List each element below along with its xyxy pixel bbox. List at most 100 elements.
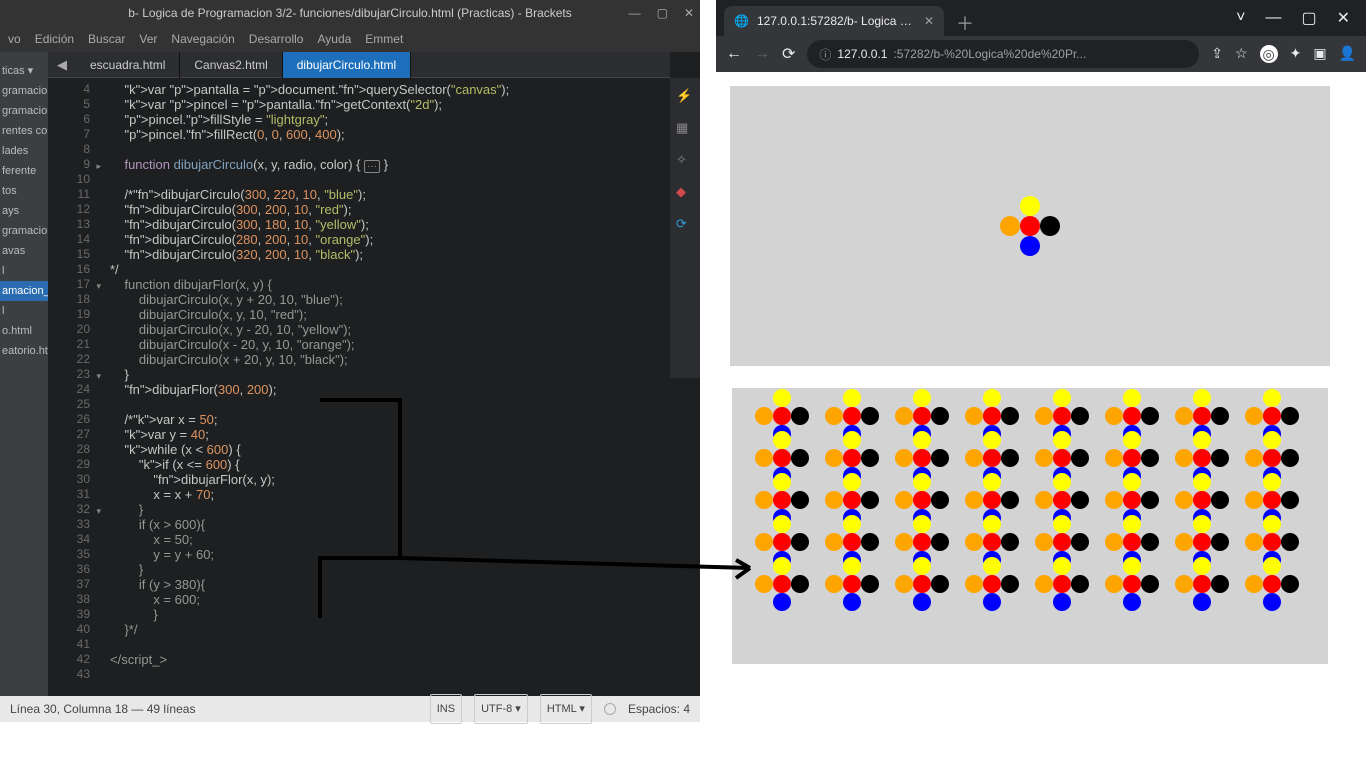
petal-black xyxy=(1211,491,1229,509)
back-icon[interactable]: ← xyxy=(726,45,742,63)
menu-emmet[interactable]: Emmet xyxy=(365,26,403,52)
brackets-menubar: vo Edición Buscar Ver Navegación Desarrollo Ay… xyxy=(0,26,700,52)
sidebar-item[interactable]: l xyxy=(0,261,48,281)
petal-orange xyxy=(1175,491,1193,509)
sidebar-item[interactable]: ticas ▾ xyxy=(0,60,48,81)
petal-black xyxy=(1071,575,1089,593)
petal-orange xyxy=(1245,407,1263,425)
sidebar-item[interactable]: rentes co xyxy=(0,121,48,141)
profile-icon[interactable]: 👤 xyxy=(1339,45,1356,63)
language-mode[interactable]: HTML ▾ xyxy=(540,694,592,724)
editor-tab[interactable]: Canvas2.html xyxy=(180,52,282,78)
petal-red xyxy=(1263,491,1281,509)
extension-icon[interactable]: ▦ xyxy=(676,120,694,138)
sidebar-item[interactable]: amacion_ xyxy=(0,281,48,301)
petal-red xyxy=(1263,575,1281,593)
petal-black xyxy=(1281,533,1299,551)
live-preview-icon[interactable]: ⚡ xyxy=(676,88,694,106)
sidebar-item[interactable]: l xyxy=(0,301,48,321)
petal-red xyxy=(1053,449,1071,467)
sidebar-item[interactable]: gramacio xyxy=(0,221,48,241)
brackets-health-icon[interactable]: ◆ xyxy=(676,184,694,202)
petal-orange xyxy=(1035,575,1053,593)
petal-blue xyxy=(1193,593,1211,611)
petal-red xyxy=(1123,575,1141,593)
petal-red xyxy=(843,575,861,593)
sidebar-item[interactable]: tos xyxy=(0,181,48,201)
brackets-window: b- Logica de Programacion 3/2- funciones… xyxy=(0,0,700,722)
chrome-window: 🌐 127.0.0.1:57282/b- Logica de Pro ✕ ＋ ˅… xyxy=(716,0,1366,730)
menu-buscar[interactable]: Buscar xyxy=(88,26,125,52)
code-editor[interactable]: 456789▸1011121314151617▾181920212223▾242… xyxy=(48,78,700,696)
lint-icon[interactable]: ✧ xyxy=(676,152,694,170)
menu-navegación[interactable]: Navegación xyxy=(171,26,234,52)
menu-ayuda[interactable]: Ayuda xyxy=(317,26,351,52)
extensions-icon[interactable]: ✦ xyxy=(1290,45,1302,63)
indent-setting[interactable]: Espacios: 4 xyxy=(628,696,690,722)
petal-blue xyxy=(983,593,1001,611)
petal-yellow xyxy=(1193,557,1211,575)
petal-black xyxy=(861,449,879,467)
forward-icon[interactable]: → xyxy=(754,45,770,63)
address-bar[interactable]: ⓘ 127.0.0.1:57282/b-%20Logica%20de%20Pr.… xyxy=(807,40,1199,68)
sidebar-item[interactable]: gramacio xyxy=(0,101,48,121)
sidebar-item[interactable]: gramacio xyxy=(0,81,48,101)
new-tab-icon[interactable]: ＋ xyxy=(944,10,986,36)
petal-yellow xyxy=(1123,389,1141,407)
petal-orange xyxy=(1105,407,1123,425)
chrome-maximize-icon[interactable]: ▢ xyxy=(1301,8,1316,28)
tab-back-icon[interactable]: ◀ xyxy=(48,57,76,73)
petal-orange xyxy=(1245,491,1263,509)
brackets-right-rail: ⚡ ▦ ✧ ◆ ⟳ xyxy=(670,78,700,378)
sidebar-item[interactable]: ferente xyxy=(0,161,48,181)
petal-yellow xyxy=(1053,473,1071,491)
petal-blue xyxy=(1020,236,1040,256)
petal-black xyxy=(861,533,879,551)
chrome-tab[interactable]: 🌐 127.0.0.1:57282/b- Logica de Pro ✕ xyxy=(724,6,944,36)
menu-edición[interactable]: Edición xyxy=(35,26,74,52)
sidebar-item[interactable]: lades xyxy=(0,141,48,161)
petal-red xyxy=(1123,449,1141,467)
chrome-chevron-down-icon[interactable]: ˅ xyxy=(1236,9,1245,27)
petal-yellow xyxy=(1263,389,1281,407)
petal-yellow xyxy=(1193,389,1211,407)
petal-orange xyxy=(755,449,773,467)
petal-red xyxy=(913,533,931,551)
encoding[interactable]: UTF-8 ▾ xyxy=(474,694,528,724)
site-info-icon[interactable]: ⓘ xyxy=(819,46,831,63)
petal-orange xyxy=(965,575,983,593)
code-area[interactable]: "k">var "p">pantalla = "p">document."fn"… xyxy=(104,78,700,696)
sidebar-item[interactable]: eatorio.ht xyxy=(0,341,48,361)
petal-yellow xyxy=(913,515,931,533)
sidebar-item[interactable]: ays xyxy=(0,201,48,221)
petal-red xyxy=(1123,407,1141,425)
petal-blue xyxy=(1053,593,1071,611)
petal-orange xyxy=(1245,449,1263,467)
petal-orange xyxy=(1105,533,1123,551)
tab-close-icon[interactable]: ✕ xyxy=(924,14,934,28)
close-icon[interactable]: ✕ xyxy=(684,0,694,26)
minimize-icon[interactable]: — xyxy=(629,0,641,26)
chrome-minimize-icon[interactable]: — xyxy=(1265,9,1281,27)
editor-tab[interactable]: escuadra.html xyxy=(76,52,180,78)
petal-orange xyxy=(895,491,913,509)
petal-yellow xyxy=(913,431,931,449)
sidebar-item[interactable]: o.html xyxy=(0,321,48,341)
editor-tab[interactable]: dibujarCirculo.html xyxy=(283,52,411,78)
maximize-icon[interactable]: ▢ xyxy=(657,0,668,26)
reading-list-icon[interactable]: ▣ xyxy=(1313,45,1326,63)
sidebar-item[interactable]: avas xyxy=(0,241,48,261)
extension-badge-icon[interactable]: ◎ xyxy=(1260,45,1278,63)
brackets-sidebar[interactable]: ticas ▾gramaciogramaciorentes coladesfer… xyxy=(0,52,48,696)
menu-desarrollo[interactable]: Desarrollo xyxy=(249,26,304,52)
share-icon[interactable]: ⇪ xyxy=(1211,45,1223,63)
bookmark-icon[interactable]: ☆ xyxy=(1235,45,1248,63)
reload-icon[interactable]: ⟳ xyxy=(782,44,795,64)
menu-ver[interactable]: Ver xyxy=(139,26,157,52)
petal-black xyxy=(931,491,949,509)
ins-mode[interactable]: INS xyxy=(430,694,462,724)
reload-icon[interactable]: ⟳ xyxy=(676,216,694,234)
petal-red xyxy=(913,491,931,509)
chrome-close-icon[interactable]: ✕ xyxy=(1337,8,1350,28)
menu-vo[interactable]: vo xyxy=(8,26,21,52)
